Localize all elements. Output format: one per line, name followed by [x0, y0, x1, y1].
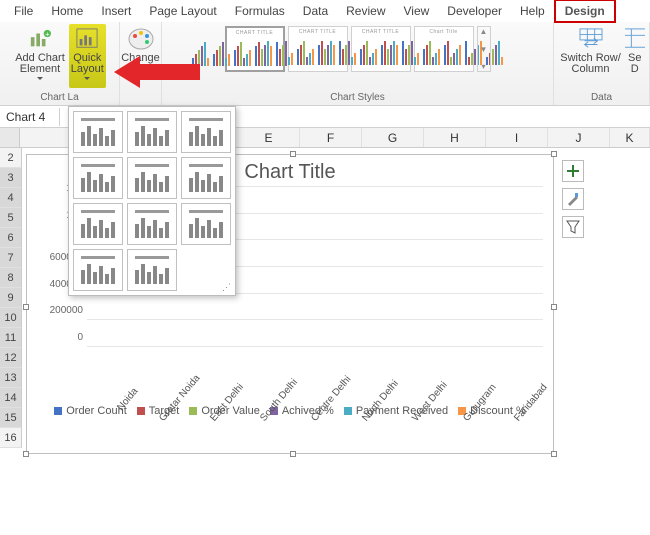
- chart-elements-button[interactable]: [562, 160, 584, 182]
- tab-view[interactable]: View: [395, 1, 439, 21]
- row-16[interactable]: 16: [0, 428, 22, 448]
- quick-layout-button[interactable]: Quick Layout: [69, 24, 106, 88]
- row-11[interactable]: 11: [0, 328, 22, 348]
- row-5[interactable]: 5: [0, 208, 22, 228]
- tab-design[interactable]: Design: [554, 0, 616, 23]
- palette-icon: [127, 26, 155, 52]
- gallery-up-icon[interactable]: ▲: [478, 27, 490, 36]
- row-14[interactable]: 14: [0, 388, 22, 408]
- group-label-chart-styles: Chart Styles: [330, 92, 384, 105]
- row-2[interactable]: 2: [0, 148, 22, 168]
- row-8[interactable]: 8: [0, 268, 22, 288]
- quick-layout-option-8[interactable]: [127, 203, 177, 245]
- gallery-down-icon[interactable]: ▼: [478, 45, 490, 54]
- tab-formulas[interactable]: Formulas: [226, 1, 294, 21]
- quick-layout-dropdown[interactable]: ⋰: [68, 106, 236, 296]
- add-chart-element-label: Add Chart Element: [15, 53, 65, 75]
- plus-icon: [566, 164, 580, 178]
- ribbon-tabs: File Home Insert Page Layout Formulas Da…: [0, 0, 650, 22]
- tab-data[interactable]: Data: [294, 1, 337, 21]
- quick-layout-option-3[interactable]: [181, 111, 231, 153]
- row-7[interactable]: 7: [0, 248, 22, 268]
- quick-layout-option-11[interactable]: [127, 249, 177, 291]
- add-chart-element-icon: +: [26, 26, 54, 52]
- tab-developer[interactable]: Developer: [438, 1, 511, 21]
- name-box[interactable]: Chart 4: [0, 108, 60, 126]
- select-data-label: Se D: [628, 53, 641, 75]
- col-h[interactable]: H: [424, 128, 486, 147]
- row-9[interactable]: 9: [0, 288, 22, 308]
- dropdown-resize-icon[interactable]: ⋰: [222, 282, 231, 293]
- group-label-chart-layouts: Chart La: [40, 92, 78, 105]
- tab-home[interactable]: Home: [42, 1, 92, 21]
- annotation-arrow: [114, 52, 204, 92]
- switch-row-column-icon: [577, 26, 605, 52]
- switch-row-column-label: Switch Row/ Column: [560, 53, 621, 75]
- col-e[interactable]: E: [238, 128, 300, 147]
- select-data-button[interactable]: Se D: [625, 24, 645, 88]
- gallery-more-icon[interactable]: ▾: [478, 62, 490, 71]
- tab-review[interactable]: Review: [337, 1, 394, 21]
- brush-icon: [566, 192, 580, 206]
- ribbon: + Add Chart Element Quick Layout Chart L…: [0, 22, 650, 106]
- row-3[interactable]: 3: [0, 168, 22, 188]
- quick-layout-option-1[interactable]: [73, 111, 123, 153]
- tab-page-layout[interactable]: Page Layout: [140, 1, 225, 21]
- tab-file[interactable]: File: [5, 1, 42, 21]
- tab-insert[interactable]: Insert: [92, 1, 140, 21]
- svg-text:+: +: [45, 29, 49, 38]
- col-i[interactable]: I: [486, 128, 548, 147]
- tab-help[interactable]: Help: [511, 1, 554, 21]
- switch-row-column-button[interactable]: Switch Row/ Column: [558, 24, 623, 88]
- chart-style-thumb-4[interactable]: Chart Title: [414, 26, 474, 72]
- col-g[interactable]: G: [362, 128, 424, 147]
- quick-layout-label: Quick Layout: [71, 53, 104, 75]
- row-6[interactable]: 6: [0, 228, 22, 248]
- col-f[interactable]: F: [300, 128, 362, 147]
- col-k[interactable]: K: [610, 128, 650, 147]
- quick-layout-option-7[interactable]: [73, 203, 123, 245]
- quick-layout-option-5[interactable]: [127, 157, 177, 199]
- row-4[interactable]: 4: [0, 188, 22, 208]
- quick-layout-option-9[interactable]: [181, 203, 231, 245]
- group-label-data: Data: [591, 92, 612, 105]
- funnel-icon: [566, 220, 580, 234]
- quick-layout-option-2[interactable]: [127, 111, 177, 153]
- quick-layout-option-6[interactable]: [181, 157, 231, 199]
- chart-filters-button[interactable]: [562, 216, 584, 238]
- chart-styles-button[interactable]: [562, 188, 584, 210]
- row-headers: 2345678910111213141516: [0, 148, 22, 448]
- row-13[interactable]: 13: [0, 368, 22, 388]
- col-j[interactable]: J: [548, 128, 610, 147]
- add-chart-element-button[interactable]: + Add Chart Element: [13, 24, 67, 88]
- row-12[interactable]: 12: [0, 348, 22, 368]
- row-10[interactable]: 10: [0, 308, 22, 328]
- row-15[interactable]: 15: [0, 408, 22, 428]
- quick-layout-option-4[interactable]: [73, 157, 123, 199]
- quick-layout-option-10[interactable]: [73, 249, 123, 291]
- x-axis-labels: NoidaGretar NoidaEast DelhiSouth DelhiCe…: [87, 350, 543, 361]
- chart-styles-gallery[interactable]: CHART TITLE CHART TITLE CHART TITLE Char…: [223, 24, 493, 74]
- quick-layout-icon: [73, 26, 101, 52]
- select-data-icon: [625, 26, 645, 52]
